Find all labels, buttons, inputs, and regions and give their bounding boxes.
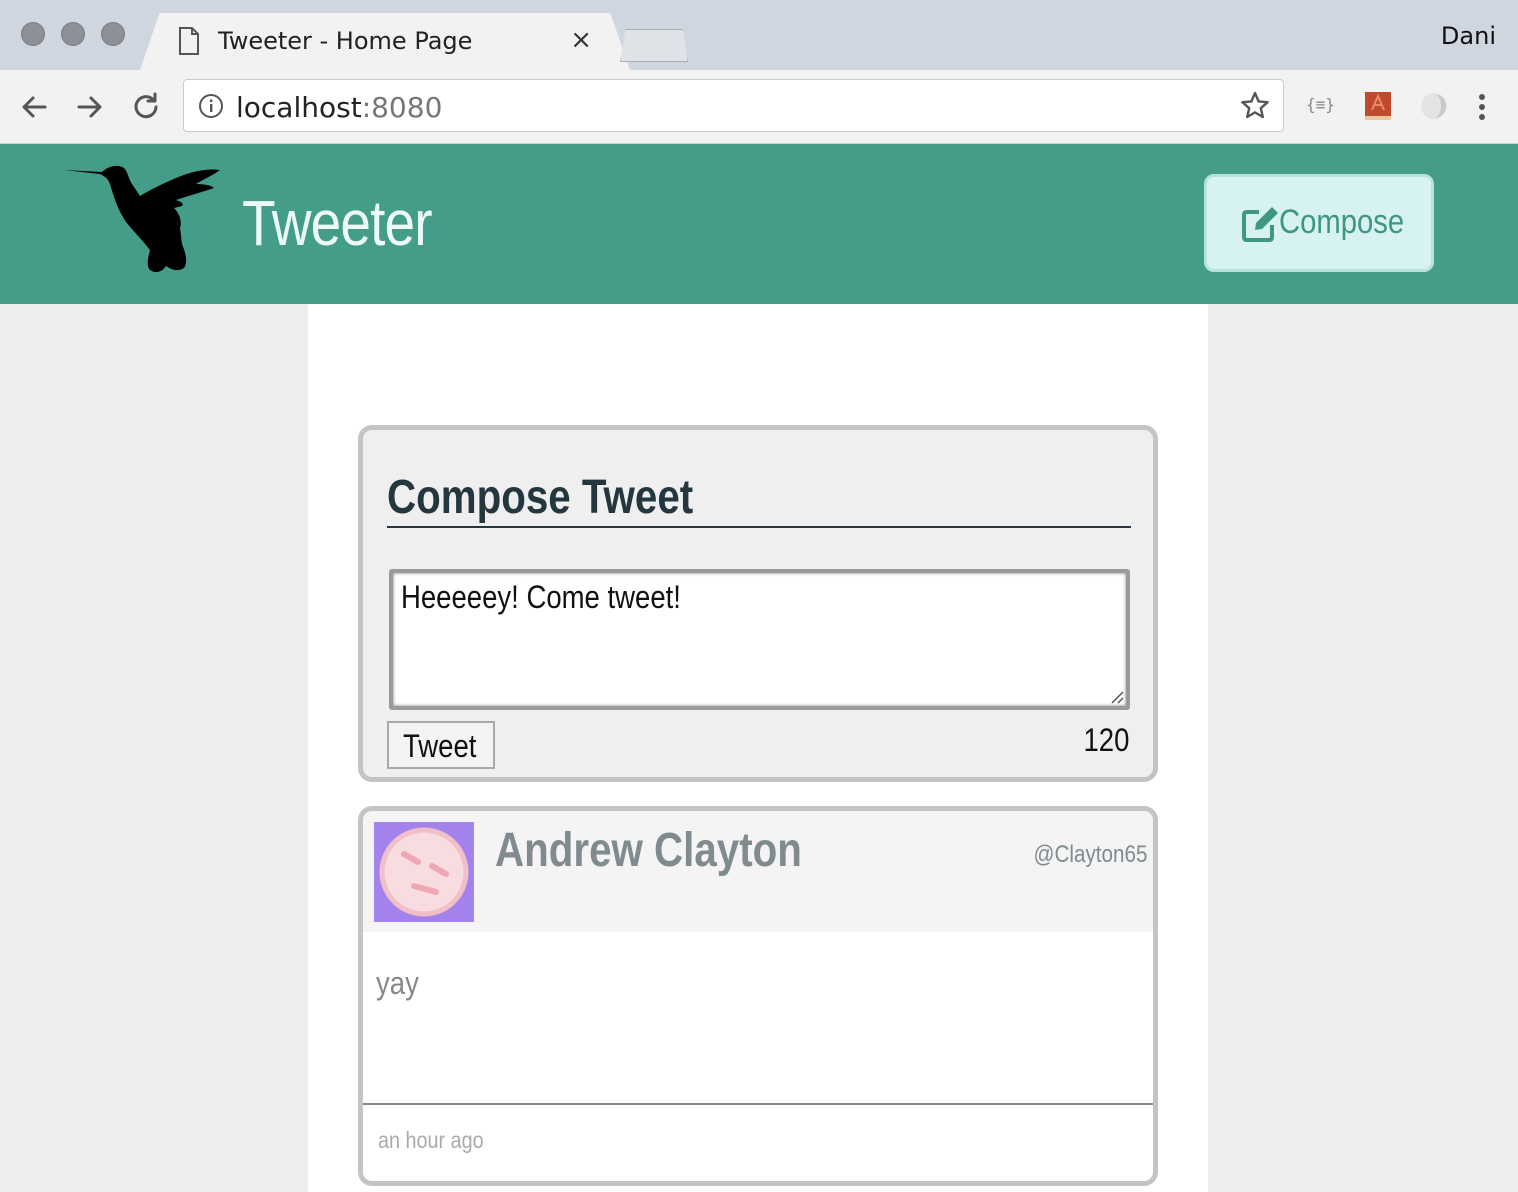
tweet-author-name: Andrew Clayton [495,824,802,877]
document-icon [179,27,199,55]
address-bar[interactable]: localhost:8080 [183,79,1284,132]
browser-tab-active[interactable]: Tweeter - Home Page × [140,13,630,70]
character-counter: 120 [1083,722,1129,758]
tweet-submit-button[interactable]: Tweet [387,721,495,769]
resize-handle-icon[interactable] [1108,688,1124,704]
tweet-author-handle: @Clayton65 [1033,841,1147,868]
forward-icon[interactable] [73,90,107,124]
main-container: Compose Tweet Heeeeey! Come tweet! Tweet… [308,304,1208,1192]
profile-name[interactable]: Dani [1441,22,1496,50]
back-icon[interactable] [17,90,51,124]
json-extension-icon[interactable]: {≡} [1306,95,1338,127]
tweet-header: Andrew Clayton @Clayton65 [363,811,1153,932]
tab-title: Tweeter - Home Page [218,27,473,55]
compose-heading: Compose Tweet [387,471,694,524]
window-minimize-button[interactable] [61,22,85,46]
circle-extension-icon[interactable] [1418,90,1450,122]
url-host: localhost [236,91,362,124]
url-text[interactable]: localhost:8080 [236,91,442,124]
avatar [374,822,474,922]
app-title: Tweeter [242,187,433,259]
star-icon[interactable] [1239,90,1271,122]
browser-tabbar: Tweeter - Home Page × Dani [0,0,1518,70]
app-header: Tweeter Compose [0,144,1518,304]
menu-icon[interactable] [1470,90,1494,124]
window-zoom-button[interactable] [101,22,125,46]
hummingbird-logo-icon [64,165,220,273]
browser-toolbar: localhost:8080 {≡} [0,70,1518,144]
window-close-button[interactable] [21,22,45,46]
avatar-face-icon [379,827,469,917]
tweet-textarea-value: Heeeeey! Come tweet! [401,579,681,615]
tweet-body: yay [376,965,419,1001]
tweet-footer-divider [363,1103,1153,1105]
info-icon[interactable] [198,93,224,119]
tab-close-icon[interactable]: × [570,27,592,53]
url-port: :8080 [361,91,443,124]
book-extension-icon[interactable] [1362,90,1394,122]
reload-icon[interactable] [129,90,163,124]
tweet-textarea[interactable]: Heeeeey! Come tweet! [389,569,1130,710]
heading-divider [387,526,1131,528]
tweet-card: Andrew Clayton @Clayton65 yay an hour ag… [358,806,1158,1186]
compose-tweet-panel: Compose Tweet Heeeeey! Come tweet! Tweet… [358,425,1158,782]
edit-icon [1242,207,1278,242]
compose-button-label: Compose [1279,203,1405,241]
new-tab-button[interactable] [620,29,688,62]
tweet-timestamp: an hour ago [378,1127,484,1153]
tweet-submit-label: Tweet [403,728,477,764]
compose-button[interactable]: Compose [1204,174,1434,272]
